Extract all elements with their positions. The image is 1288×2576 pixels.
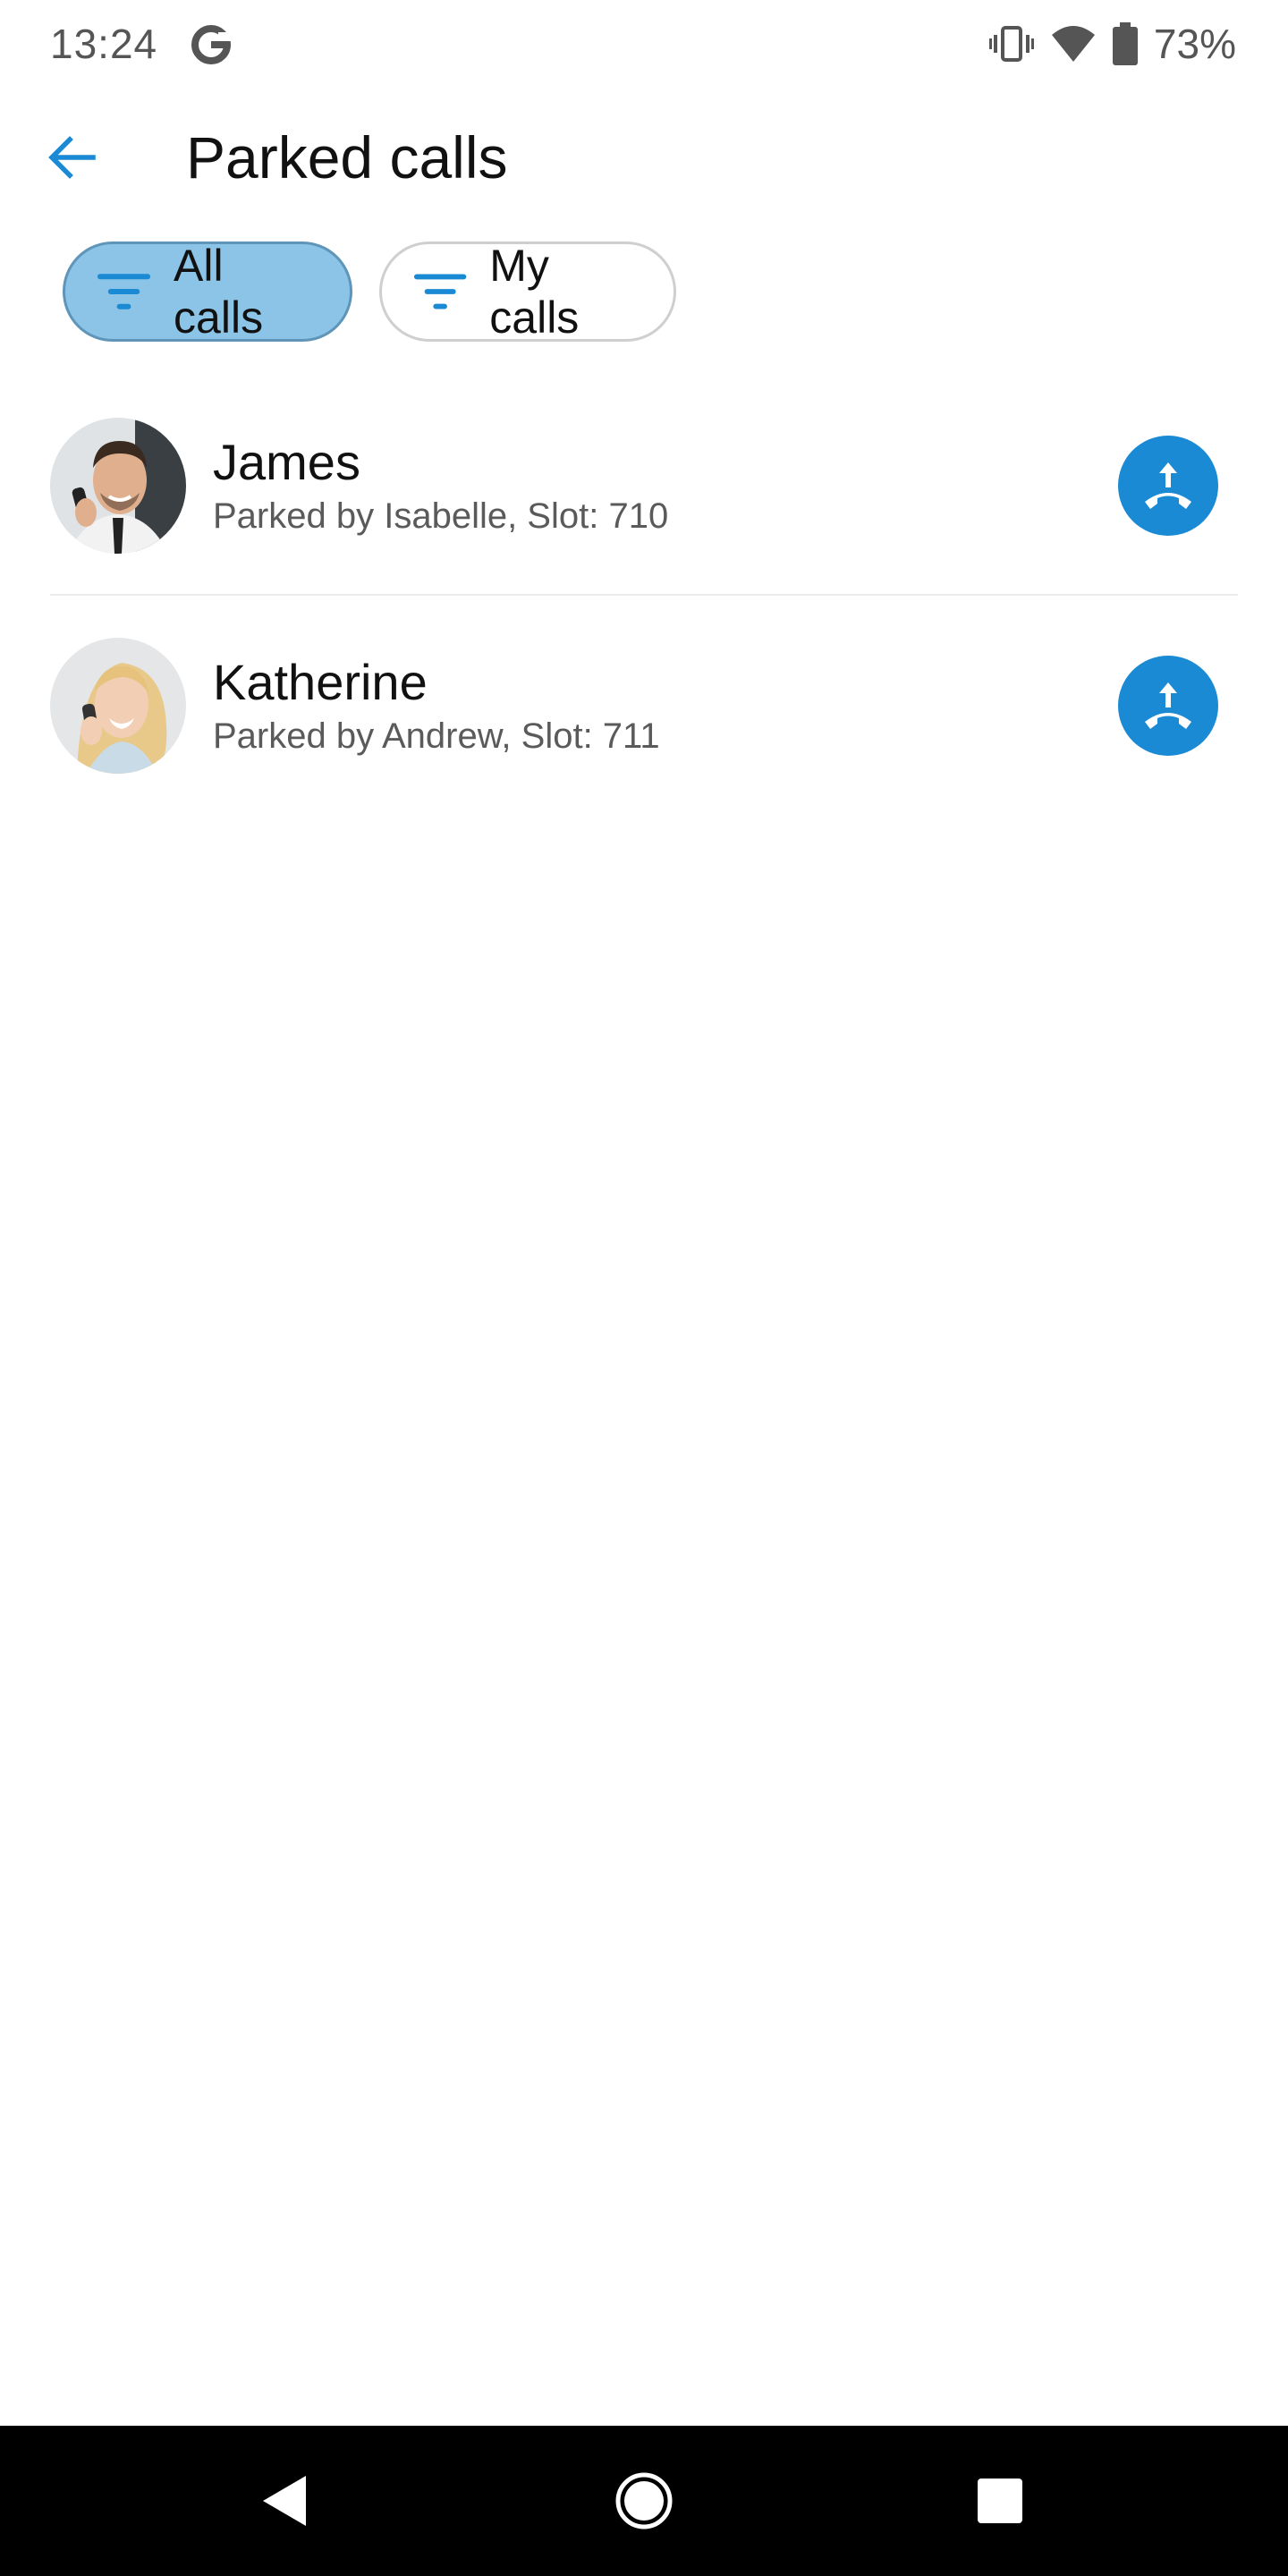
woman-on-phone-avatar — [50, 638, 186, 774]
status-bar: 13:24 73% — [0, 0, 1288, 89]
status-icons: 73% — [988, 20, 1236, 68]
pickup-call-button[interactable] — [1118, 656, 1218, 756]
caller-info: James Parked by Isabelle, Slot: 710 — [213, 432, 668, 539]
wifi-icon — [1051, 26, 1095, 62]
filter-chip-label: My calls — [489, 241, 580, 343]
app-bar: Parked calls — [0, 98, 1288, 215]
nav-recents-button[interactable] — [962, 2463, 1038, 2538]
page-title: Parked calls — [186, 124, 508, 191]
pickup-call-icon — [1145, 462, 1191, 509]
status-time: 13:24 — [50, 21, 158, 67]
list-item[interactable]: James Parked by Isabelle, Slot: 710 — [0, 376, 1288, 596]
caller-info: Katherine Parked by Andrew, Slot: 711 — [213, 652, 660, 759]
back-arrow-icon — [48, 136, 96, 179]
parked-calls-list: James Parked by Isabelle, Slot: 710 Kath… — [0, 376, 1288, 816]
filter-icon — [413, 274, 467, 309]
pickup-call-button[interactable] — [1118, 436, 1218, 536]
parked-detail: Parked by Isabelle, Slot: 710 — [213, 496, 669, 536]
pickup-call-icon — [1145, 682, 1191, 729]
filter-chip-label: All calls — [174, 241, 264, 343]
filter-icon — [97, 274, 151, 309]
system-nav-bar — [0, 2426, 1288, 2576]
filter-chips: All calls My calls — [63, 241, 676, 343]
caller-name: Katherine — [213, 654, 428, 710]
nav-home-button[interactable] — [606, 2463, 682, 2538]
caller-name: James — [213, 434, 360, 490]
vibrate-icon — [988, 26, 1034, 62]
nav-back-button[interactable] — [247, 2463, 322, 2538]
recents-square-icon — [978, 2479, 1022, 2523]
back-triangle-icon — [263, 2476, 306, 2526]
battery-percent: 73% — [1153, 21, 1236, 67]
parked-detail: Parked by Andrew, Slot: 711 — [213, 716, 660, 756]
google-icon — [191, 25, 231, 64]
home-circle-icon — [615, 2472, 673, 2529]
man-on-phone-avatar — [50, 418, 186, 554]
back-button[interactable] — [36, 122, 107, 193]
list-item[interactable]: Katherine Parked by Andrew, Slot: 711 — [0, 596, 1288, 816]
filter-chip-all-calls[interactable]: All calls — [63, 241, 352, 343]
filter-chip-my-calls[interactable]: My calls — [379, 241, 676, 343]
battery-icon — [1112, 22, 1138, 65]
